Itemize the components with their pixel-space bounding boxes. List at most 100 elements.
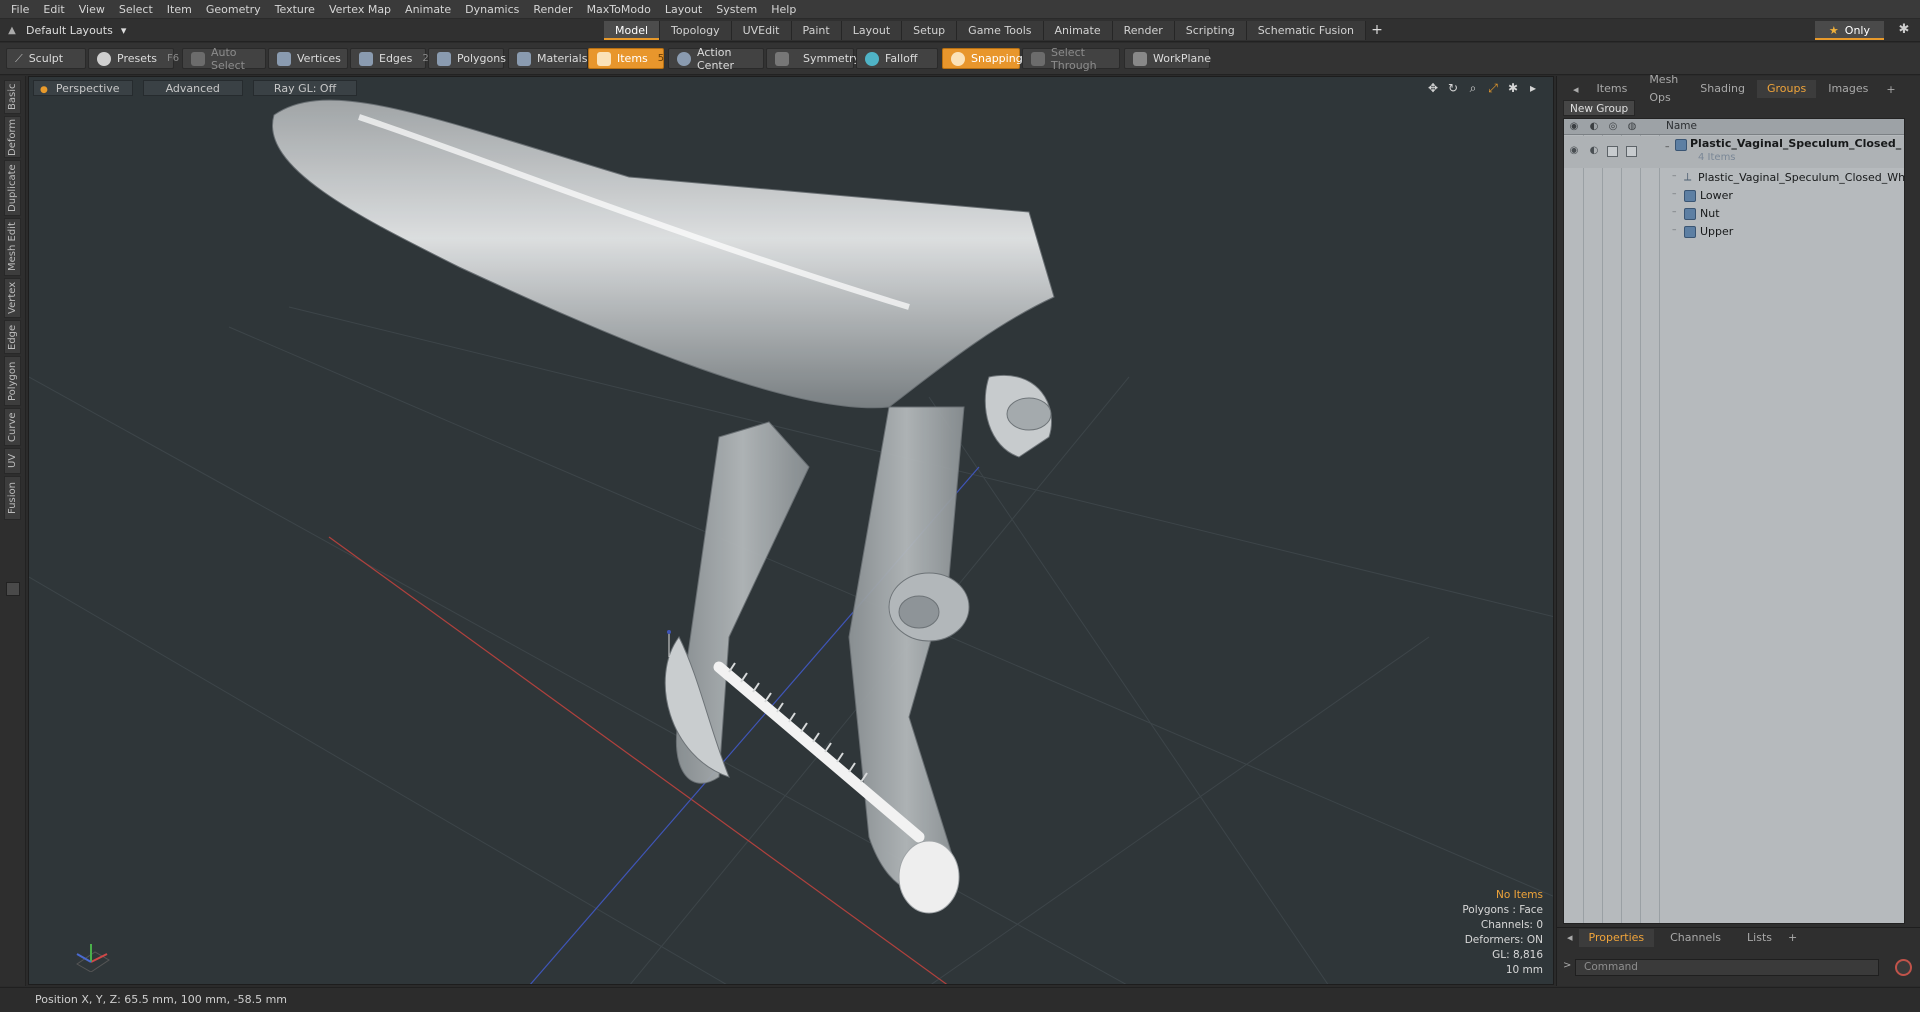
tab-topology[interactable]: Topology [660, 21, 732, 40]
maximize-icon[interactable]: ⤢ [1485, 80, 1501, 96]
vtab-polygon[interactable]: Polygon [4, 356, 21, 406]
polygons-button[interactable]: Polygons [428, 48, 506, 69]
shading-mode-button[interactable]: Advanced [142, 80, 243, 96]
group-row[interactable]: ◉ ◐ – Plastic_Vaginal_Speculum_Closed_ .… [1564, 136, 1904, 168]
command-input[interactable]: Command [1575, 959, 1879, 976]
menu-item[interactable]: Item [160, 0, 199, 19]
group-child-row[interactable]: – Nut [1564, 205, 1904, 223]
render-toggle-icon[interactable]: ◐ [1588, 145, 1600, 157]
action-center-button[interactable]: Action Center [668, 46, 764, 72]
vtab-fusion[interactable]: Fusion [4, 476, 21, 520]
play-icon[interactable]: ▸ [1525, 80, 1541, 96]
presets-button[interactable]: Presets F6 [88, 48, 179, 69]
panel-collapse-icon[interactable]: ◂ [1567, 83, 1585, 96]
view-mode-button[interactable]: ● Perspective [33, 80, 133, 96]
menu-view[interactable]: View [72, 0, 112, 19]
lock-checkbox[interactable] [1607, 146, 1618, 157]
vtab-duplicate[interactable]: Duplicate [4, 160, 21, 216]
menu-file[interactable]: File [4, 0, 36, 19]
tab-schematic-fusion[interactable]: Schematic Fusion [1246, 21, 1367, 40]
speculum-model[interactable] [272, 99, 1055, 914]
menu-edit[interactable]: Edit [36, 0, 71, 19]
tab-layout[interactable]: Layout [841, 21, 903, 40]
select-through-button[interactable]: Select Through [1022, 46, 1120, 72]
layout-selector[interactable]: ▲ Default Layouts ▾ [6, 21, 126, 40]
tab-paint[interactable]: Paint [791, 21, 842, 40]
materials-button[interactable]: Materials [508, 48, 588, 69]
vtab-basic[interactable]: Basic [4, 80, 21, 114]
menu-select[interactable]: Select [112, 0, 160, 19]
pan-icon[interactable]: ✥ [1425, 80, 1441, 96]
select-checkbox[interactable] [1626, 146, 1637, 157]
lock-header-icon[interactable]: ◎ [1607, 121, 1619, 133]
group-child-row[interactable]: – ⟂ Plastic_Vaginal_Speculum_Closed_Whit… [1564, 169, 1904, 187]
tab-lists[interactable]: Lists [1737, 929, 1782, 947]
edges-button[interactable]: Edges 2 [350, 48, 429, 69]
menu-maxtomodo[interactable]: MaxToModo [580, 0, 658, 19]
settings-icon[interactable]: ✱ [1505, 80, 1521, 96]
tab-uvedit[interactable]: UVEdit [731, 21, 792, 40]
menu-render[interactable]: Render [526, 0, 579, 19]
auto-select-button[interactable]: Auto Select [182, 46, 266, 72]
tab-images[interactable]: Images [1818, 80, 1878, 98]
tab-game-tools[interactable]: Game Tools [957, 21, 1044, 40]
tab-items[interactable]: Items [1587, 80, 1638, 98]
mesh-icon [1684, 190, 1696, 202]
tab-properties[interactable]: Properties [1578, 928, 1655, 947]
tab-setup[interactable]: Setup [902, 21, 958, 40]
add-tab-icon[interactable]: + [1366, 21, 1388, 40]
menu-layout[interactable]: Layout [658, 0, 709, 19]
snapping-button[interactable]: Snapping [942, 48, 1023, 69]
rotate-icon[interactable]: ↻ [1445, 80, 1461, 96]
vtab-uv[interactable]: UV [4, 448, 21, 474]
items-button[interactable]: Items 5 [588, 48, 664, 69]
tab-shading[interactable]: Shading [1690, 80, 1755, 98]
tab-channels[interactable]: Channels [1660, 929, 1731, 947]
menu-help[interactable]: Help [764, 0, 803, 19]
select-header-icon[interactable]: ◍ [1626, 121, 1638, 133]
visibility-header-icon[interactable]: ◉ [1568, 121, 1580, 133]
menu-dynamics[interactable]: Dynamics [458, 0, 526, 19]
vtab-edge[interactable]: Edge [4, 320, 21, 354]
symmetry-button[interactable]: Symmetry [766, 48, 860, 69]
3d-viewport[interactable]: ● Perspective Advanced Ray GL: Off ✥ ↻ ⌕ … [28, 76, 1554, 985]
vtab-mesh-edit[interactable]: Mesh Edit [4, 218, 21, 276]
menu-vertex-map[interactable]: Vertex Map [322, 0, 398, 19]
add-tab-icon[interactable]: + [1880, 83, 1901, 96]
tab-mesh-ops[interactable]: Mesh Ops [1639, 71, 1688, 107]
menu-geometry[interactable]: Geometry [199, 0, 268, 19]
expand-icon[interactable]: ⤢ [1914, 82, 1920, 96]
workplane-button[interactable]: WorkPlane [1124, 48, 1211, 69]
render-header-icon[interactable]: ◐ [1588, 121, 1600, 133]
falloff-button[interactable]: Falloff [856, 48, 938, 69]
locator-icon: ⟂ [1684, 170, 1692, 183]
group-child-row[interactable]: – Upper [1564, 223, 1904, 241]
collapse-icon[interactable]: ▲ [6, 25, 18, 37]
menu-texture[interactable]: Texture [268, 0, 322, 19]
vtab-deform[interactable]: Deform [4, 116, 21, 158]
new-group-button[interactable]: New Group [1563, 100, 1636, 116]
tab-render[interactable]: Render [1112, 21, 1175, 40]
record-icon[interactable] [1895, 959, 1912, 976]
menu-system[interactable]: System [709, 0, 764, 19]
tab-model[interactable]: Model [604, 21, 661, 40]
name-column-header[interactable]: Name [1666, 120, 1697, 132]
panel-toggle[interactable] [6, 582, 20, 596]
tab-animate[interactable]: Animate [1043, 21, 1113, 40]
sculpt-button[interactable]: ⟋ Sculpt [6, 48, 86, 69]
only-button[interactable]: ★ Only [1814, 21, 1884, 40]
gear-icon[interactable]: ✱ [1896, 22, 1912, 38]
zoom-icon[interactable]: ⌕ [1465, 80, 1481, 96]
menu-animate[interactable]: Animate [398, 0, 458, 19]
vtab-vertex[interactable]: Vertex [4, 278, 21, 318]
add-tab-icon[interactable]: + [1788, 931, 1797, 944]
tab-groups[interactable]: Groups [1756, 80, 1817, 98]
raygl-button[interactable]: Ray GL: Off [252, 80, 358, 96]
vtab-curve[interactable]: Curve [4, 408, 21, 446]
eye-icon[interactable]: ◉ [1568, 145, 1580, 157]
panel-collapse-icon[interactable]: ◂ [1567, 931, 1573, 944]
vertices-button[interactable]: Vertices1 [268, 48, 357, 69]
tab-scripting[interactable]: Scripting [1174, 21, 1247, 40]
expand-toggle-icon[interactable]: – [1665, 142, 1670, 152]
group-child-row[interactable]: – Lower [1564, 187, 1904, 205]
